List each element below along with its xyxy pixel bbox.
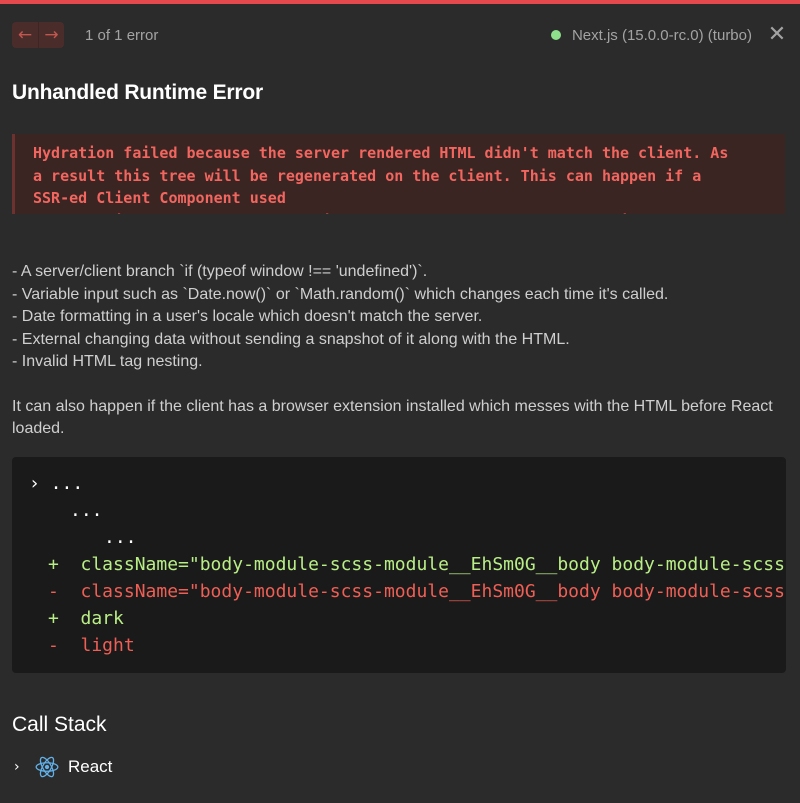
call-stack-title: Call Stack: [12, 713, 107, 736]
diff-line-removed: - light: [48, 635, 135, 656]
chevron-right-icon: ›: [14, 759, 20, 775]
extension-note: It can also happen if the client has a b…: [12, 397, 773, 438]
stack-frame-label: React: [68, 757, 113, 776]
diff-line: ...: [70, 500, 103, 521]
diff-line[interactable]: › ...: [29, 470, 83, 497]
error-description: - A server/client branch `if (typeof win…: [12, 261, 788, 441]
version-label: Next.js (15.0.0-rc.0) (turbo): [571, 26, 752, 44]
close-button[interactable]: ✕: [766, 24, 788, 46]
error-overlay: ← → 1 of 1 error Next.js (15.0.0-rc.0) (…: [0, 0, 800, 803]
error-title: Unhandled Runtime Error: [12, 81, 263, 104]
diff-line-added: + dark: [48, 608, 124, 629]
error-count: 1 of 1 error: [85, 26, 159, 44]
cause-item: - Invalid HTML tag nesting.: [12, 353, 203, 370]
call-stack-frame-react[interactable]: › React: [14, 752, 112, 782]
arrow-left-icon: ←: [17, 25, 33, 45]
version-indicator: Next.js (15.0.0-rc.0) (turbo): [550, 26, 752, 44]
cause-item: - External changing data without sending…: [12, 330, 570, 348]
error-pagination: ← →: [12, 22, 64, 48]
cause-item: - Variable input such as `Date.now()` or…: [12, 285, 669, 303]
diff-line-added: + className="body-module-scss-module__Eh…: [48, 554, 786, 575]
arrow-right-icon: →: [44, 25, 59, 45]
diff-line: ...: [104, 527, 137, 548]
hydration-diff: › ... ... ... + className="body-module-s…: [12, 457, 786, 673]
diff-line-removed: - className="body-module-scss-module__Eh…: [48, 581, 786, 602]
previous-error-button[interactable]: ←: [12, 22, 38, 48]
error-overlay-toolbar: ← → 1 of 1 error Next.js (15.0.0-rc.0) (…: [12, 20, 788, 50]
status-dot-icon: [550, 30, 561, 40]
react-icon: [35, 756, 59, 778]
cause-item: - Date formatting in a user's locale whi…: [12, 308, 483, 325]
cause-item: - A server/client branch `if (typeof win…: [12, 263, 428, 280]
error-message: Hydration failed because the server rend…: [12, 134, 785, 214]
close-icon: ✕: [767, 22, 787, 47]
next-error-button[interactable]: →: [38, 22, 64, 48]
